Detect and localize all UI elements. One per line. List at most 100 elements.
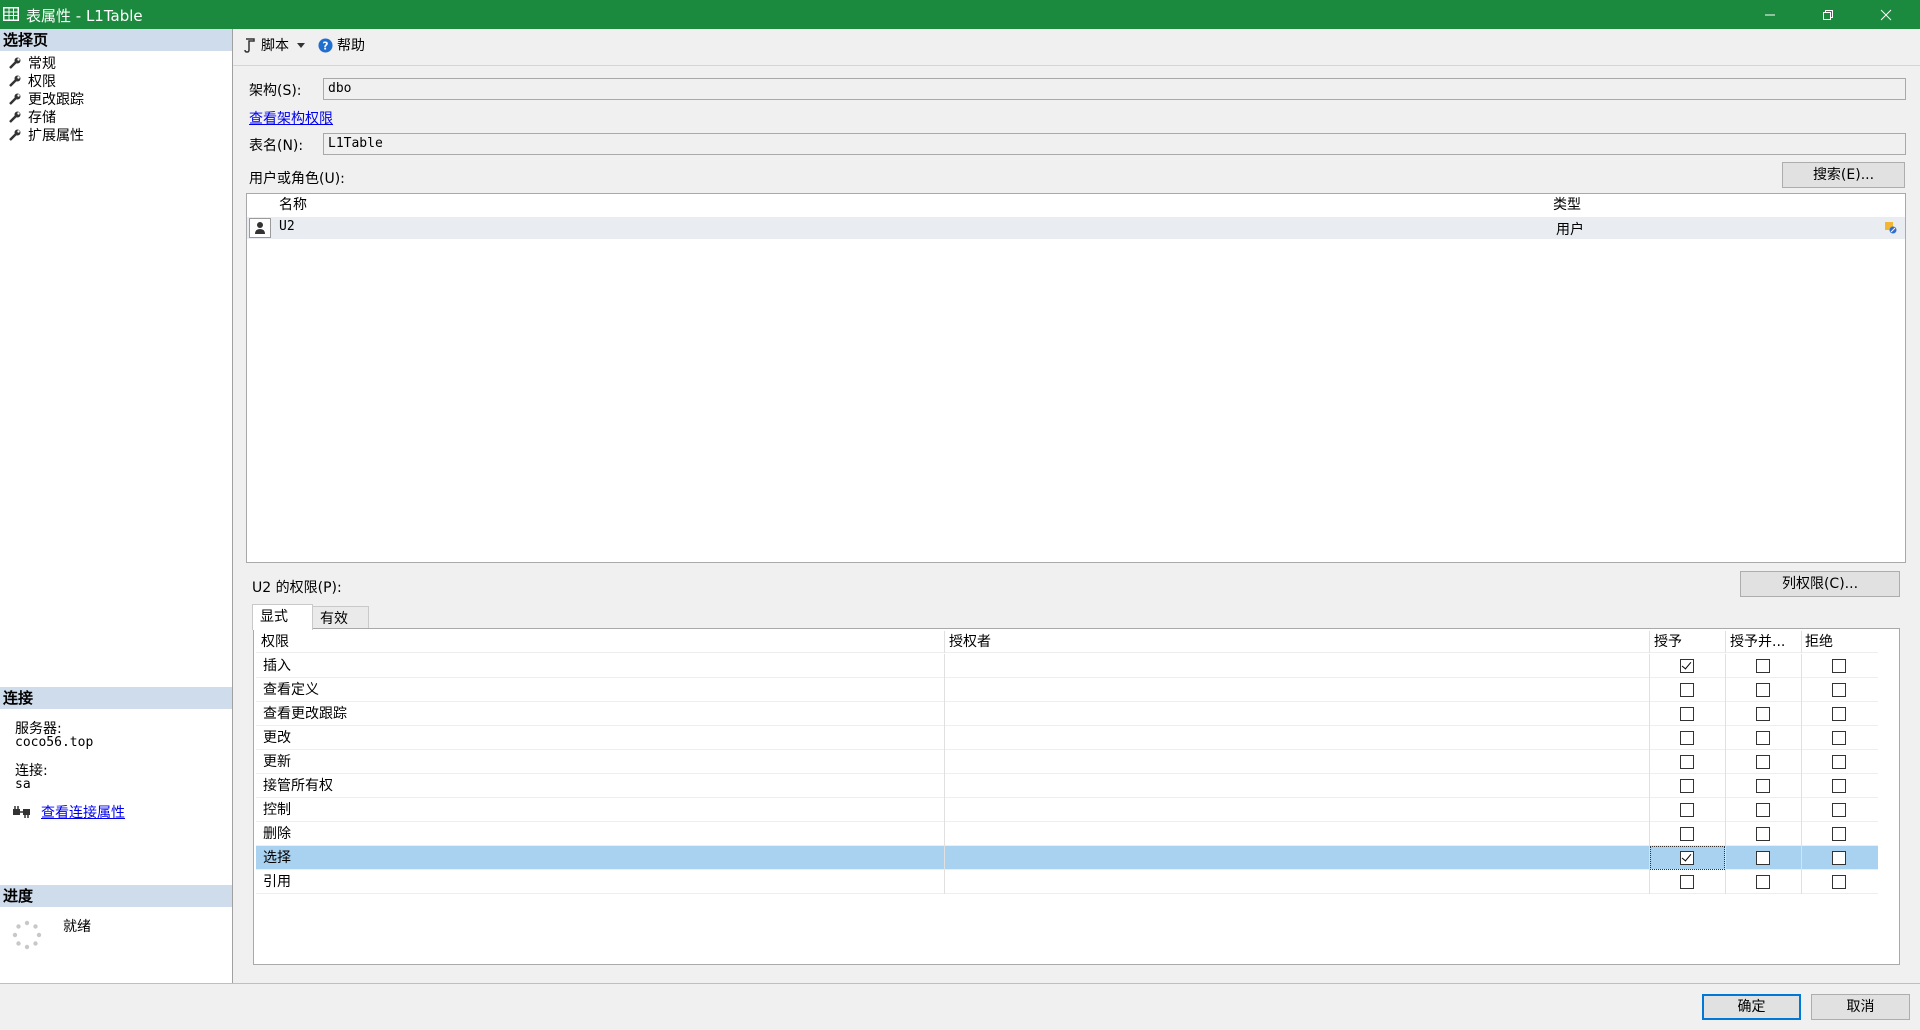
column-header-name[interactable]: 名称: [279, 194, 307, 216]
deny-checkbox[interactable]: [1832, 659, 1846, 673]
svg-text:?: ?: [323, 40, 329, 52]
with-grant-checkbox[interactable]: [1756, 779, 1770, 793]
tab-effective[interactable]: 有效: [312, 606, 369, 630]
column-divider: [1725, 726, 1726, 750]
permission-row[interactable]: 删除: [256, 822, 1878, 846]
deny-checkbox[interactable]: [1832, 851, 1846, 865]
minimize-button[interactable]: [1742, 0, 1798, 29]
deny-checkbox[interactable]: [1832, 707, 1846, 721]
column-divider: [1649, 702, 1650, 726]
column-divider: [1801, 822, 1802, 846]
grant-checkbox[interactable]: [1680, 683, 1694, 697]
column-header-with-grant[interactable]: 授予并...: [1730, 631, 1785, 653]
nav-item-permissions[interactable]: 权限: [7, 72, 56, 90]
grant-checkbox[interactable]: [1680, 659, 1694, 673]
view-schema-permissions-link[interactable]: 查看架构权限: [249, 108, 333, 128]
permission-row[interactable]: 更改: [256, 726, 1878, 750]
column-header-type[interactable]: 类型: [1553, 194, 1581, 216]
column-header-grant[interactable]: 授予: [1654, 631, 1682, 653]
deny-checkbox[interactable]: [1832, 827, 1846, 841]
close-button[interactable]: [1858, 0, 1914, 29]
search-button[interactable]: 搜索(E)...: [1782, 162, 1905, 188]
column-divider: [1801, 654, 1802, 678]
grant-checkbox[interactable]: [1680, 803, 1694, 817]
script-button[interactable]: 脚本: [243, 35, 307, 55]
column-divider: [944, 870, 945, 894]
permission-row[interactable]: 选择: [256, 846, 1878, 870]
deny-checkbox[interactable]: [1832, 803, 1846, 817]
with-grant-checkbox[interactable]: [1756, 707, 1770, 721]
column-permissions-button[interactable]: 列权限(C)...: [1740, 571, 1900, 597]
column-divider: [1649, 798, 1650, 822]
grant-checkbox[interactable]: [1680, 755, 1694, 769]
cancel-button[interactable]: 取消: [1811, 994, 1910, 1020]
help-icon: ?: [318, 37, 333, 53]
user-properties-icon[interactable]: [1884, 221, 1898, 235]
permission-row[interactable]: 更新: [256, 750, 1878, 774]
column-divider: [1801, 774, 1802, 798]
nav-item-change-tracking[interactable]: 更改跟踪: [7, 90, 84, 108]
toolbar: 脚本 ? 帮助: [233, 29, 1920, 61]
wrench-icon: [9, 75, 21, 87]
with-grant-checkbox[interactable]: [1756, 875, 1770, 889]
help-button[interactable]: ? 帮助: [318, 35, 365, 55]
nav-item-general[interactable]: 常规: [7, 54, 56, 72]
schema-label: 架构(S):: [249, 83, 302, 99]
wrench-icon: [9, 57, 21, 69]
permission-row[interactable]: 控制: [256, 798, 1878, 822]
permission-row[interactable]: 查看定义: [256, 678, 1878, 702]
table-name-field[interactable]: L1Table: [323, 133, 1906, 155]
nav-item-extended-properties[interactable]: 扩展属性: [7, 126, 84, 144]
permission-name: 引用: [263, 874, 291, 890]
with-grant-checkbox[interactable]: [1756, 803, 1770, 817]
grant-checkbox[interactable]: [1680, 779, 1694, 793]
column-divider: [1725, 702, 1726, 726]
view-connection-properties-link[interactable]: 查看连接属性: [41, 802, 125, 822]
tab-explicit[interactable]: 显式: [252, 604, 313, 630]
column-header-deny[interactable]: 拒绝: [1805, 631, 1833, 653]
grant-checkbox[interactable]: [1680, 875, 1694, 889]
permission-row[interactable]: 引用: [256, 870, 1878, 894]
grant-checkbox[interactable]: [1680, 707, 1694, 721]
nav-item-storage[interactable]: 存储: [7, 108, 56, 126]
with-grant-checkbox[interactable]: [1756, 755, 1770, 769]
table-name-label: 表名(N):: [249, 138, 304, 154]
help-label: 帮助: [337, 38, 365, 54]
restore-button[interactable]: [1800, 0, 1856, 29]
grant-checkbox[interactable]: [1680, 827, 1694, 841]
grant-checkbox[interactable]: [1680, 731, 1694, 745]
wrench-icon: [9, 93, 21, 105]
permission-name: 更新: [263, 754, 291, 770]
script-icon: [244, 38, 255, 53]
wrench-icon: [9, 111, 21, 123]
nav-label: 存储: [28, 110, 56, 126]
permissions-header-row: 权限 授权者 授予 授予并... 拒绝: [256, 631, 1878, 653]
with-grant-checkbox[interactable]: [1756, 851, 1770, 865]
footer-divider: [0, 983, 1920, 984]
schema-field[interactable]: dbo: [323, 78, 1906, 100]
column-header-grantor[interactable]: 授权者: [949, 631, 991, 653]
column-header-permission[interactable]: 权限: [261, 631, 289, 653]
with-grant-checkbox[interactable]: [1756, 827, 1770, 841]
with-grant-checkbox[interactable]: [1756, 659, 1770, 673]
deny-checkbox[interactable]: [1832, 755, 1846, 769]
deny-checkbox[interactable]: [1832, 779, 1846, 793]
grant-checkbox[interactable]: [1680, 851, 1694, 865]
users-or-roles-label: 用户或角色(U):: [249, 171, 345, 187]
column-divider: [1725, 750, 1726, 774]
with-grant-checkbox[interactable]: [1756, 683, 1770, 697]
deny-checkbox[interactable]: [1832, 875, 1846, 889]
deny-checkbox[interactable]: [1832, 683, 1846, 697]
permission-row[interactable]: 接管所有权: [256, 774, 1878, 798]
user-row[interactable]: U2 用户: [247, 217, 1905, 239]
row-selector[interactable]: [249, 218, 271, 238]
permission-row[interactable]: 查看更改跟踪: [256, 702, 1878, 726]
deny-checkbox[interactable]: [1832, 731, 1846, 745]
with-grant-checkbox[interactable]: [1756, 731, 1770, 745]
connection-plug-icon: [13, 806, 30, 818]
permissions-grid: 权限 授权者 授予 授予并... 拒绝 插入查看定义查看更改跟踪 更改更新接管所有…: [253, 628, 1900, 965]
permission-row[interactable]: 插入: [256, 654, 1878, 678]
column-divider: [1649, 774, 1650, 798]
permission-name: 查看定义: [263, 682, 319, 698]
ok-button[interactable]: 确定: [1702, 994, 1801, 1020]
